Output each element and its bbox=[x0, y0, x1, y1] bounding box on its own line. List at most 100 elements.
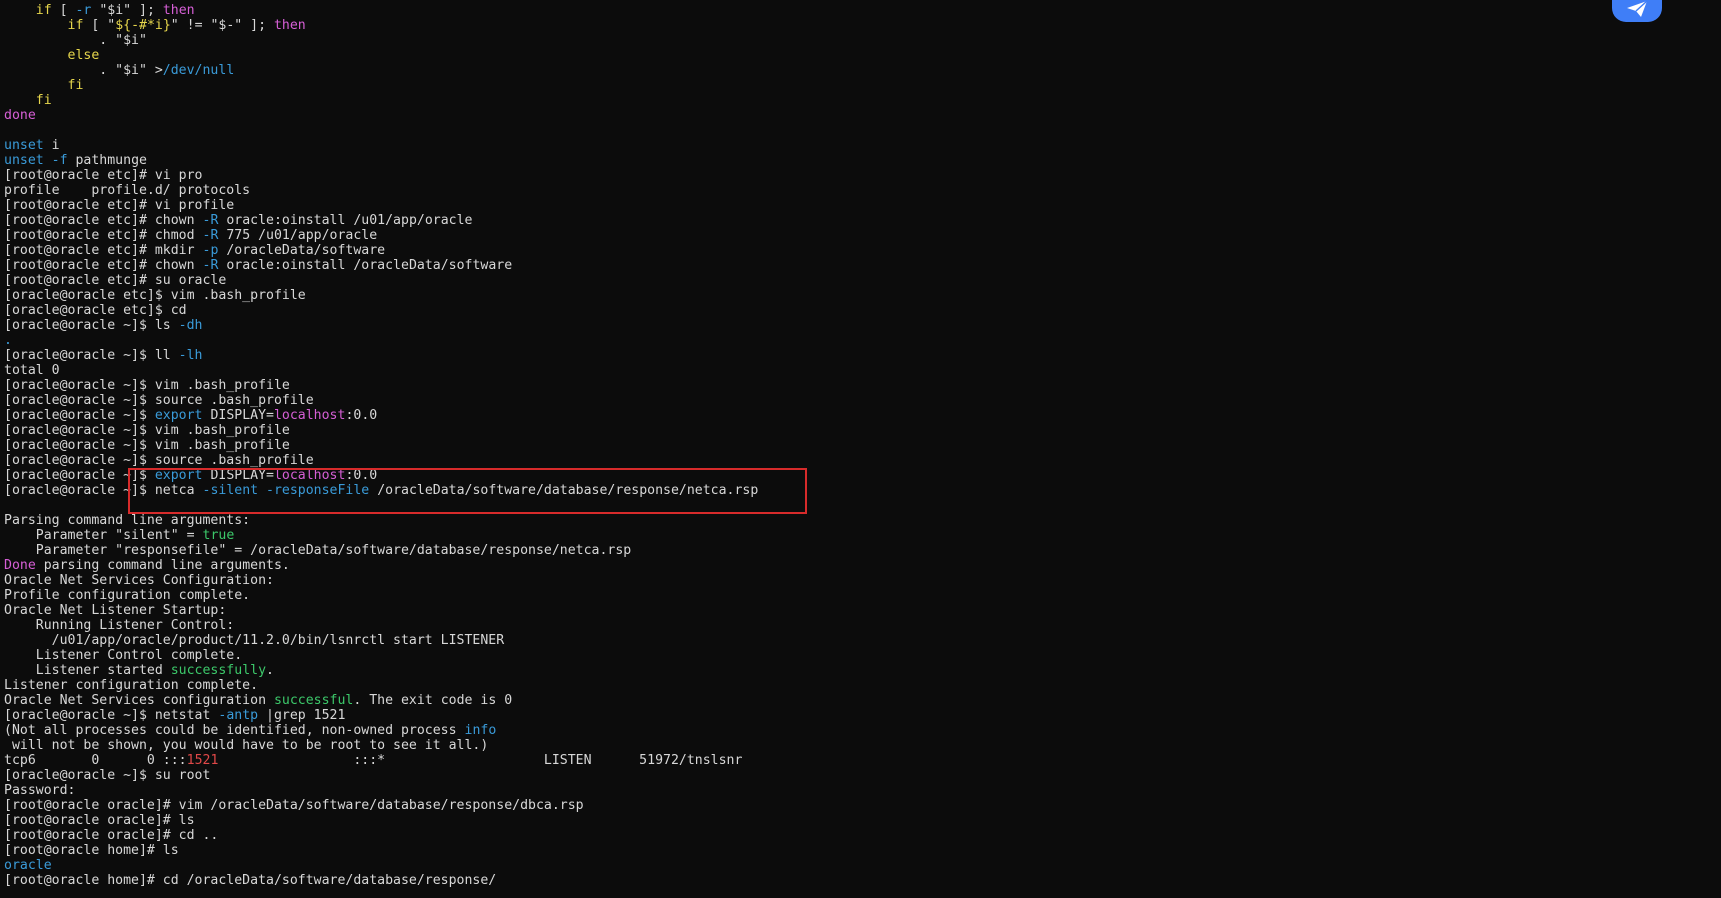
terminal-text-segment: . "$i" > bbox=[4, 63, 163, 78]
terminal-text-segment: /oracleData/software bbox=[218, 243, 386, 258]
terminal-text-segment: . bbox=[266, 663, 274, 678]
terminal-line: [oracle@oracle etc]$ cd bbox=[4, 303, 758, 318]
terminal-line: [oracle@oracle ~]$ netstat -antp |grep 1… bbox=[4, 708, 758, 723]
terminal-line: [root@oracle etc]# chown -R oracle:oinst… bbox=[4, 213, 758, 228]
terminal-text-segment: . "$i" bbox=[4, 33, 147, 48]
terminal-text-segment: -silent bbox=[202, 483, 259, 498]
terminal-text-segment: if bbox=[67, 18, 84, 33]
terminal-text-segment: . bbox=[4, 333, 12, 348]
terminal-text-segment: total 0 bbox=[4, 363, 60, 378]
terminal-text-segment: [root@oracle etc]# su oracle bbox=[4, 273, 227, 288]
terminal-line: Parameter "silent" = true bbox=[4, 528, 758, 543]
terminal-text-segment: Password: bbox=[4, 783, 76, 798]
terminal-line: total 0 bbox=[4, 363, 758, 378]
terminal-text-segment: Oracle Net Services Configuration: bbox=[4, 573, 274, 588]
terminal-text-segment: [root@oracle etc]# vi profile bbox=[4, 198, 235, 213]
terminal-line: [oracle@oracle ~]$ ls -dh bbox=[4, 318, 758, 333]
terminal-line: [oracle@oracle ~]$ source .bash_profile bbox=[4, 393, 758, 408]
terminal-text-segment: Running Listener Control: bbox=[4, 618, 235, 633]
terminal-text-segment: localhost bbox=[273, 408, 346, 423]
terminal-text-segment: [oracle@oracle ~]$ vim .bash_profile bbox=[4, 438, 290, 453]
terminal-text-segment: DISPLAY= bbox=[202, 408, 274, 423]
terminal-text-segment: /dev/null bbox=[162, 63, 235, 78]
terminal-line: [root@oracle oracle]# vim /oracleData/so… bbox=[4, 798, 758, 813]
terminal-line: Oracle Net Listener Startup: bbox=[4, 603, 758, 618]
terminal-line: if [ "${-#*i}" != "$-" ]; then bbox=[4, 18, 758, 33]
terminal-line: Listener configuration complete. bbox=[4, 678, 758, 693]
terminal-text-segment: Parameter "responsefile" = /oracleData/s… bbox=[4, 543, 632, 558]
terminal-line: [oracle@oracle ~]$ export DISPLAY=localh… bbox=[4, 408, 758, 423]
terminal-text-segment: 1521 bbox=[186, 753, 219, 768]
terminal-line: fi bbox=[4, 78, 758, 93]
terminal-line: [root@oracle oracle]# cd .. bbox=[4, 828, 758, 843]
terminal-text-segment: -r bbox=[75, 3, 92, 18]
terminal-text-segment: pathmunge bbox=[67, 153, 147, 168]
terminal-line: profile profile.d/ protocols bbox=[4, 183, 758, 198]
terminal-line: (Not all processes could be identified, … bbox=[4, 723, 758, 738]
terminal-line: Listener Control complete. bbox=[4, 648, 758, 663]
terminal-line: unset i bbox=[4, 138, 758, 153]
terminal-text-segment: else bbox=[67, 48, 100, 63]
terminal-text-segment: /u01/app/oracle/product/11.2.0/bin/lsnrc… bbox=[4, 633, 505, 648]
terminal-line: Listener started successfully. bbox=[4, 663, 758, 678]
terminal-text-segment: . The exit code is 0 bbox=[353, 693, 513, 708]
terminal-text-segment: [oracle@oracle ~]$ ll bbox=[4, 348, 179, 363]
terminal-text-segment: successfully bbox=[170, 663, 267, 678]
terminal-text-segment: -R bbox=[202, 228, 219, 243]
terminal-output: if [ -r "$i" ]; then if [ "${-#*i}" != "… bbox=[4, 3, 758, 888]
terminal-text-segment: -R bbox=[202, 213, 219, 228]
terminal-text-segment: [oracle@oracle ~]$ source .bash_profile bbox=[4, 453, 314, 468]
terminal-line: Profile configuration complete. bbox=[4, 588, 758, 603]
terminal-text-segment: parsing command line arguments. bbox=[35, 558, 290, 573]
terminal-line: will not be shown, you would have to be … bbox=[4, 738, 758, 753]
terminal-text-segment: Done bbox=[4, 558, 36, 573]
terminal-text-segment: -dh bbox=[178, 318, 203, 333]
terminal-line: [root@oracle home]# ls bbox=[4, 843, 758, 858]
terminal-text-segment: then bbox=[273, 18, 306, 33]
terminal-text-segment: unset bbox=[4, 153, 44, 168]
terminal-text-segment: true bbox=[202, 528, 235, 543]
terminal-line: [root@oracle oracle]# ls bbox=[4, 813, 758, 828]
terminal-text-segment: -lh bbox=[178, 348, 203, 363]
terminal-line: [root@oracle etc]# mkdir -p /oracleData/… bbox=[4, 243, 758, 258]
terminal-window[interactable]: if [ -r "$i" ]; then if [ "${-#*i}" != "… bbox=[0, 0, 1721, 898]
terminal-text-segment: tcp6 0 0 ::: bbox=[4, 753, 187, 768]
terminal-text-segment: [root@oracle etc]# chown bbox=[4, 213, 203, 228]
terminal-text-segment: Oracle Net Listener Startup: bbox=[4, 603, 227, 618]
terminal-text-segment: :0.0 bbox=[345, 408, 378, 423]
terminal-text-segment: -antp bbox=[218, 708, 259, 723]
terminal-text-segment: [root@oracle etc]# chown bbox=[4, 258, 203, 273]
terminal-line: [oracle@oracle ~]$ export DISPLAY=localh… bbox=[4, 468, 758, 483]
terminal-text-segment: -f bbox=[51, 153, 68, 168]
terminal-line: if [ -r "$i" ]; then bbox=[4, 3, 758, 18]
terminal-text-segment: -p bbox=[202, 243, 219, 258]
terminal-line: unset -f pathmunge bbox=[4, 153, 758, 168]
terminal-text-segment: unset bbox=[4, 138, 44, 153]
terminal-line: . "$i" bbox=[4, 33, 758, 48]
terminal-text-segment: Parsing command line arguments: bbox=[4, 513, 251, 528]
terminal-text-segment: then bbox=[162, 3, 195, 18]
terminal-line: oracle bbox=[4, 858, 758, 873]
terminal-text-segment: info bbox=[464, 723, 497, 738]
floating-widget-button[interactable] bbox=[1612, 0, 1662, 22]
terminal-line: [oracle@oracle ~]$ vim .bash_profile bbox=[4, 423, 758, 438]
terminal-text-segment: [root@oracle oracle]# ls bbox=[4, 813, 195, 828]
terminal-text-segment: [oracle@oracle ~]$ su root bbox=[4, 768, 211, 783]
terminal-text-segment: Oracle Net Services configuration bbox=[4, 693, 274, 708]
terminal-text-segment: Parameter "silent" = bbox=[4, 528, 203, 543]
terminal-text-segment: [ bbox=[51, 3, 76, 18]
terminal-text-segment: 775 /u01/app/oracle bbox=[218, 228, 378, 243]
terminal-text-segment: [ " bbox=[83, 18, 116, 33]
terminal-text-segment: fi bbox=[35, 93, 52, 108]
terminal-line: [root@oracle etc]# su oracle bbox=[4, 273, 758, 288]
terminal-text-segment: [root@oracle etc]# vi pro bbox=[4, 168, 203, 183]
terminal-line: [root@oracle etc]# chown -R oracle:oinst… bbox=[4, 258, 758, 273]
terminal-text-segment: [root@oracle oracle]# cd .. bbox=[4, 828, 219, 843]
terminal-text-segment: /oracleData/software/database/response/n… bbox=[369, 483, 759, 498]
terminal-text-segment: [root@oracle home]# ls bbox=[4, 843, 179, 858]
